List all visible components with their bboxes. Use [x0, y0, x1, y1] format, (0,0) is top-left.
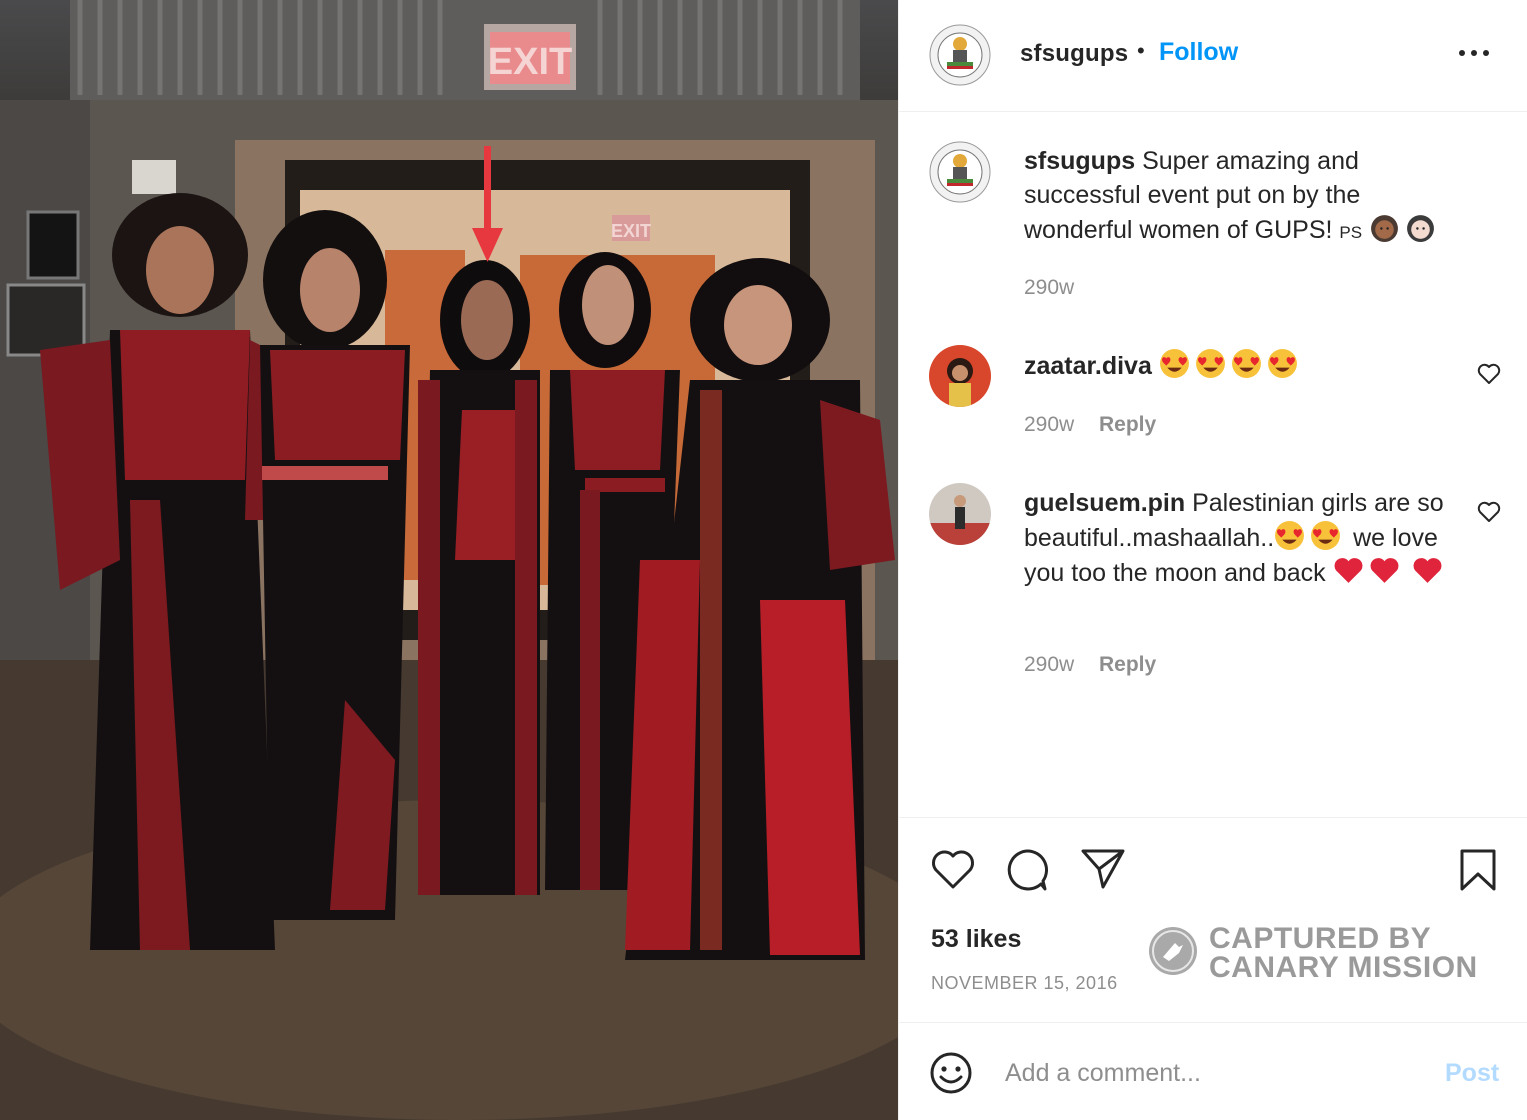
post-side-panel: sfsugups • Follow sfsugups Super amazing…: [898, 0, 1527, 1120]
caption-suffix: PS: [1339, 223, 1363, 242]
heart-eyes-emoji: [1231, 349, 1261, 378]
comment-timestamp[interactable]: 290w: [1024, 653, 1074, 677]
woman-with-headscarf-emoji: [1371, 215, 1398, 242]
caption-username[interactable]: sfsugups: [1024, 147, 1135, 175]
two-hearts-emoji: [1334, 558, 1363, 583]
woman-with-headscarf-emoji: [1407, 215, 1434, 242]
canary-mission-watermark: CAPTURED BY CANARY MISSION: [1149, 922, 1489, 992]
avatar[interactable]: [929, 483, 991, 545]
watermark-line-2: CANARY MISSION: [1209, 951, 1478, 984]
like-comment-heart-icon[interactable]: [1477, 501, 1501, 523]
two-hearts-emoji: [1413, 558, 1441, 583]
post-author-username[interactable]: sfsugups: [1020, 40, 1128, 68]
exit-sign-text: EXIT: [488, 41, 572, 83]
caption-timestamp[interactable]: 290w: [1024, 276, 1074, 300]
comment-icon[interactable]: [1005, 848, 1049, 892]
comment-input[interactable]: [1005, 1053, 1425, 1093]
bookmark-icon[interactable]: [1459, 848, 1497, 892]
user-photo-icon: [929, 483, 991, 545]
two-hearts-emoji: [1370, 558, 1399, 583]
comment-username[interactable]: zaatar.diva: [1024, 352, 1152, 380]
more-options-icon[interactable]: [1457, 46, 1491, 60]
gups-logo-icon: [929, 141, 991, 203]
comment-text: zaatar.diva: [1024, 348, 1464, 383]
likes-count[interactable]: 53 likes: [931, 925, 1021, 954]
reply-button[interactable]: Reply: [1099, 413, 1156, 437]
heart-eyes-emoji: [1195, 349, 1225, 378]
add-comment-bar: Post: [899, 1022, 1527, 1120]
like-comment-heart-icon[interactable]: [1477, 363, 1501, 385]
heart-eyes-emoji: [1275, 521, 1305, 550]
caption-text: sfsugups Super amazing and successful ev…: [1024, 144, 1464, 250]
gups-logo-icon: [929, 24, 991, 86]
comments-list: sfsugups Super amazing and successful ev…: [899, 113, 1527, 817]
smiley-icon[interactable]: [929, 1051, 973, 1095]
heart-icon[interactable]: [931, 850, 975, 890]
heart-eyes-emoji: [1159, 349, 1189, 378]
avatar[interactable]: [929, 345, 991, 407]
post-header: sfsugups • Follow: [899, 0, 1527, 112]
post-photo[interactable]: EXIT EXIT: [0, 0, 898, 1120]
canary-logo-icon: [1149, 927, 1197, 975]
comment-text: guelsuem.pin Palestinian girls are so be…: [1024, 486, 1464, 590]
post-date[interactable]: NOVEMBER 15, 2016: [931, 973, 1118, 994]
exit-sign-rear-text: EXIT: [611, 221, 651, 241]
photo-scene: EXIT EXIT: [0, 0, 898, 1120]
heart-eyes-emoji: [1311, 521, 1341, 550]
post-comment-button[interactable]: Post: [1445, 1059, 1499, 1088]
separator-dot: •: [1137, 38, 1145, 63]
follow-button[interactable]: Follow: [1159, 38, 1238, 67]
reply-button[interactable]: Reply: [1099, 653, 1156, 677]
user-photo-icon: [929, 345, 991, 407]
avatar[interactable]: [929, 141, 991, 203]
heart-eyes-emoji: [1267, 349, 1297, 378]
comment-timestamp[interactable]: 290w: [1024, 413, 1074, 437]
post-actions: 53 likes NOVEMBER 15, 2016 CAPTURED BY C…: [899, 817, 1527, 1022]
comment-username[interactable]: guelsuem.pin: [1024, 489, 1185, 517]
avatar[interactable]: [929, 24, 991, 86]
paper-plane-icon[interactable]: [1081, 848, 1125, 890]
